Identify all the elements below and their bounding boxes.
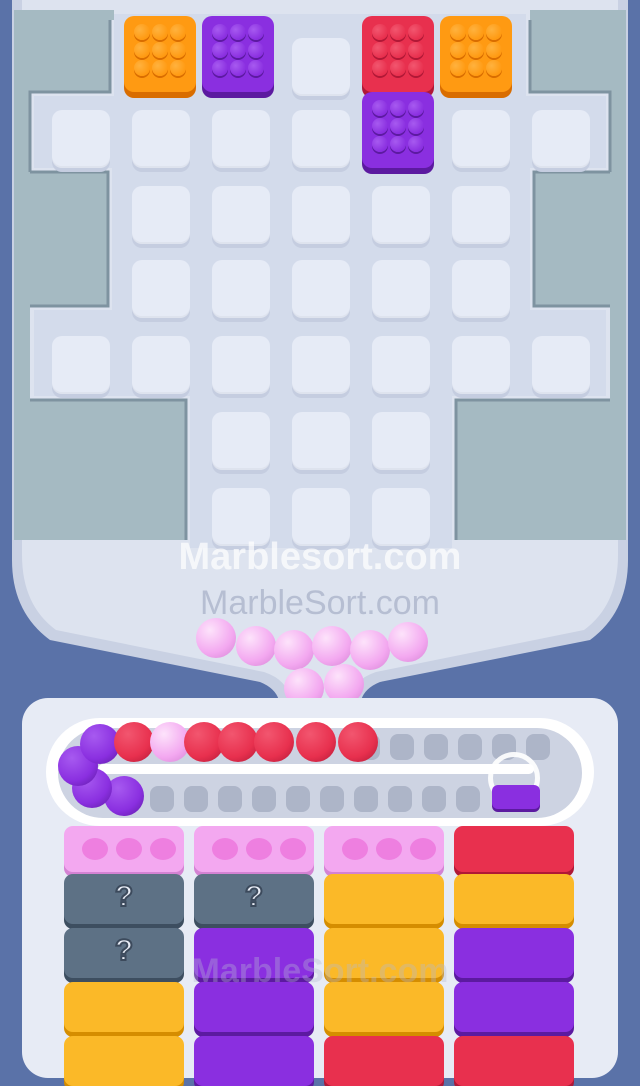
conveyor-slot xyxy=(286,786,310,812)
hidden-bin: ? xyxy=(64,928,184,978)
board-cell[interactable] xyxy=(52,336,110,394)
red-block[interactable] xyxy=(362,16,434,92)
pink-bin-open xyxy=(194,826,314,872)
board-cell[interactable] xyxy=(372,336,430,394)
board-cell[interactable] xyxy=(452,260,510,318)
board-cell[interactable] xyxy=(372,412,430,470)
purple-bin xyxy=(194,928,314,978)
red-marble xyxy=(254,722,294,762)
board-cell[interactable] xyxy=(292,488,350,546)
orange-bin xyxy=(454,874,574,924)
red-marble xyxy=(338,722,378,762)
question-mark-icon: ? xyxy=(114,879,134,914)
board-cell[interactable] xyxy=(212,186,270,244)
board-cell[interactable] xyxy=(132,260,190,318)
conveyor-slot xyxy=(354,786,378,812)
purple-bin xyxy=(194,982,314,1032)
pink-bin-open xyxy=(64,826,184,872)
orange-bin xyxy=(64,1036,184,1086)
pink-marble xyxy=(312,626,352,666)
orange-bin xyxy=(324,928,444,978)
board-cell[interactable] xyxy=(212,412,270,470)
question-mark-icon: ? xyxy=(244,879,264,914)
conveyor-slot xyxy=(424,734,448,760)
conveyor-slot xyxy=(390,734,414,760)
board-cell[interactable] xyxy=(452,336,510,394)
board-cell[interactable] xyxy=(292,38,350,96)
orange-bin xyxy=(324,874,444,924)
board-cell[interactable] xyxy=(372,488,430,546)
red-bin xyxy=(324,1036,444,1086)
board-cell[interactable] xyxy=(292,110,350,168)
red-bin xyxy=(454,826,574,872)
red-marble xyxy=(114,722,154,762)
pink-marble xyxy=(350,630,390,670)
pink-bin-open xyxy=(324,826,444,872)
board-cell[interactable] xyxy=(532,336,590,394)
board-cell[interactable] xyxy=(132,110,190,168)
conveyor-slot xyxy=(526,734,550,760)
red-bin xyxy=(454,1036,574,1086)
conveyor-slot xyxy=(422,786,446,812)
board-cell[interactable] xyxy=(452,110,510,168)
pink-marble xyxy=(236,626,276,666)
orange-block[interactable] xyxy=(440,16,512,92)
purple-block[interactable] xyxy=(362,92,434,168)
held-block xyxy=(492,785,540,809)
conveyor-slot xyxy=(388,786,412,812)
board-cell[interactable] xyxy=(532,110,590,168)
conveyor-slot xyxy=(458,734,482,760)
board-cell[interactable] xyxy=(292,412,350,470)
board-cell[interactable] xyxy=(212,110,270,168)
conveyor-slot xyxy=(252,786,276,812)
purple-block[interactable] xyxy=(202,16,274,92)
purple-bin xyxy=(194,1036,314,1086)
purple-bin xyxy=(454,928,574,978)
board-cell[interactable] xyxy=(292,336,350,394)
hidden-bin: ? xyxy=(64,874,184,924)
conveyor-slot xyxy=(320,786,344,812)
red-marble xyxy=(218,722,258,762)
pink-marble xyxy=(388,622,428,662)
purple-bin xyxy=(454,982,574,1032)
board-cell[interactable] xyxy=(52,110,110,168)
conveyor-slot xyxy=(218,786,242,812)
pink-marble xyxy=(196,618,236,658)
hidden-bin: ? xyxy=(194,874,314,924)
board-cell[interactable] xyxy=(452,186,510,244)
board-cell[interactable] xyxy=(132,186,190,244)
board-cell[interactable] xyxy=(132,336,190,394)
orange-bin xyxy=(64,982,184,1032)
board-cell[interactable] xyxy=(212,260,270,318)
board-cell[interactable] xyxy=(212,488,270,546)
board-cell[interactable] xyxy=(292,260,350,318)
orange-block[interactable] xyxy=(124,16,196,92)
board-cell[interactable] xyxy=(372,186,430,244)
orange-bin xyxy=(324,982,444,1032)
conveyor-slot xyxy=(150,786,174,812)
board-cell[interactable] xyxy=(212,336,270,394)
board-cell[interactable] xyxy=(372,260,430,318)
pink-marble xyxy=(274,630,314,670)
red-marble xyxy=(296,722,336,762)
conveyor-slot xyxy=(456,786,480,812)
board-cell[interactable] xyxy=(292,186,350,244)
conveyor-divider xyxy=(98,764,534,774)
conveyor-slot xyxy=(184,786,208,812)
question-mark-icon: ? xyxy=(114,933,134,968)
